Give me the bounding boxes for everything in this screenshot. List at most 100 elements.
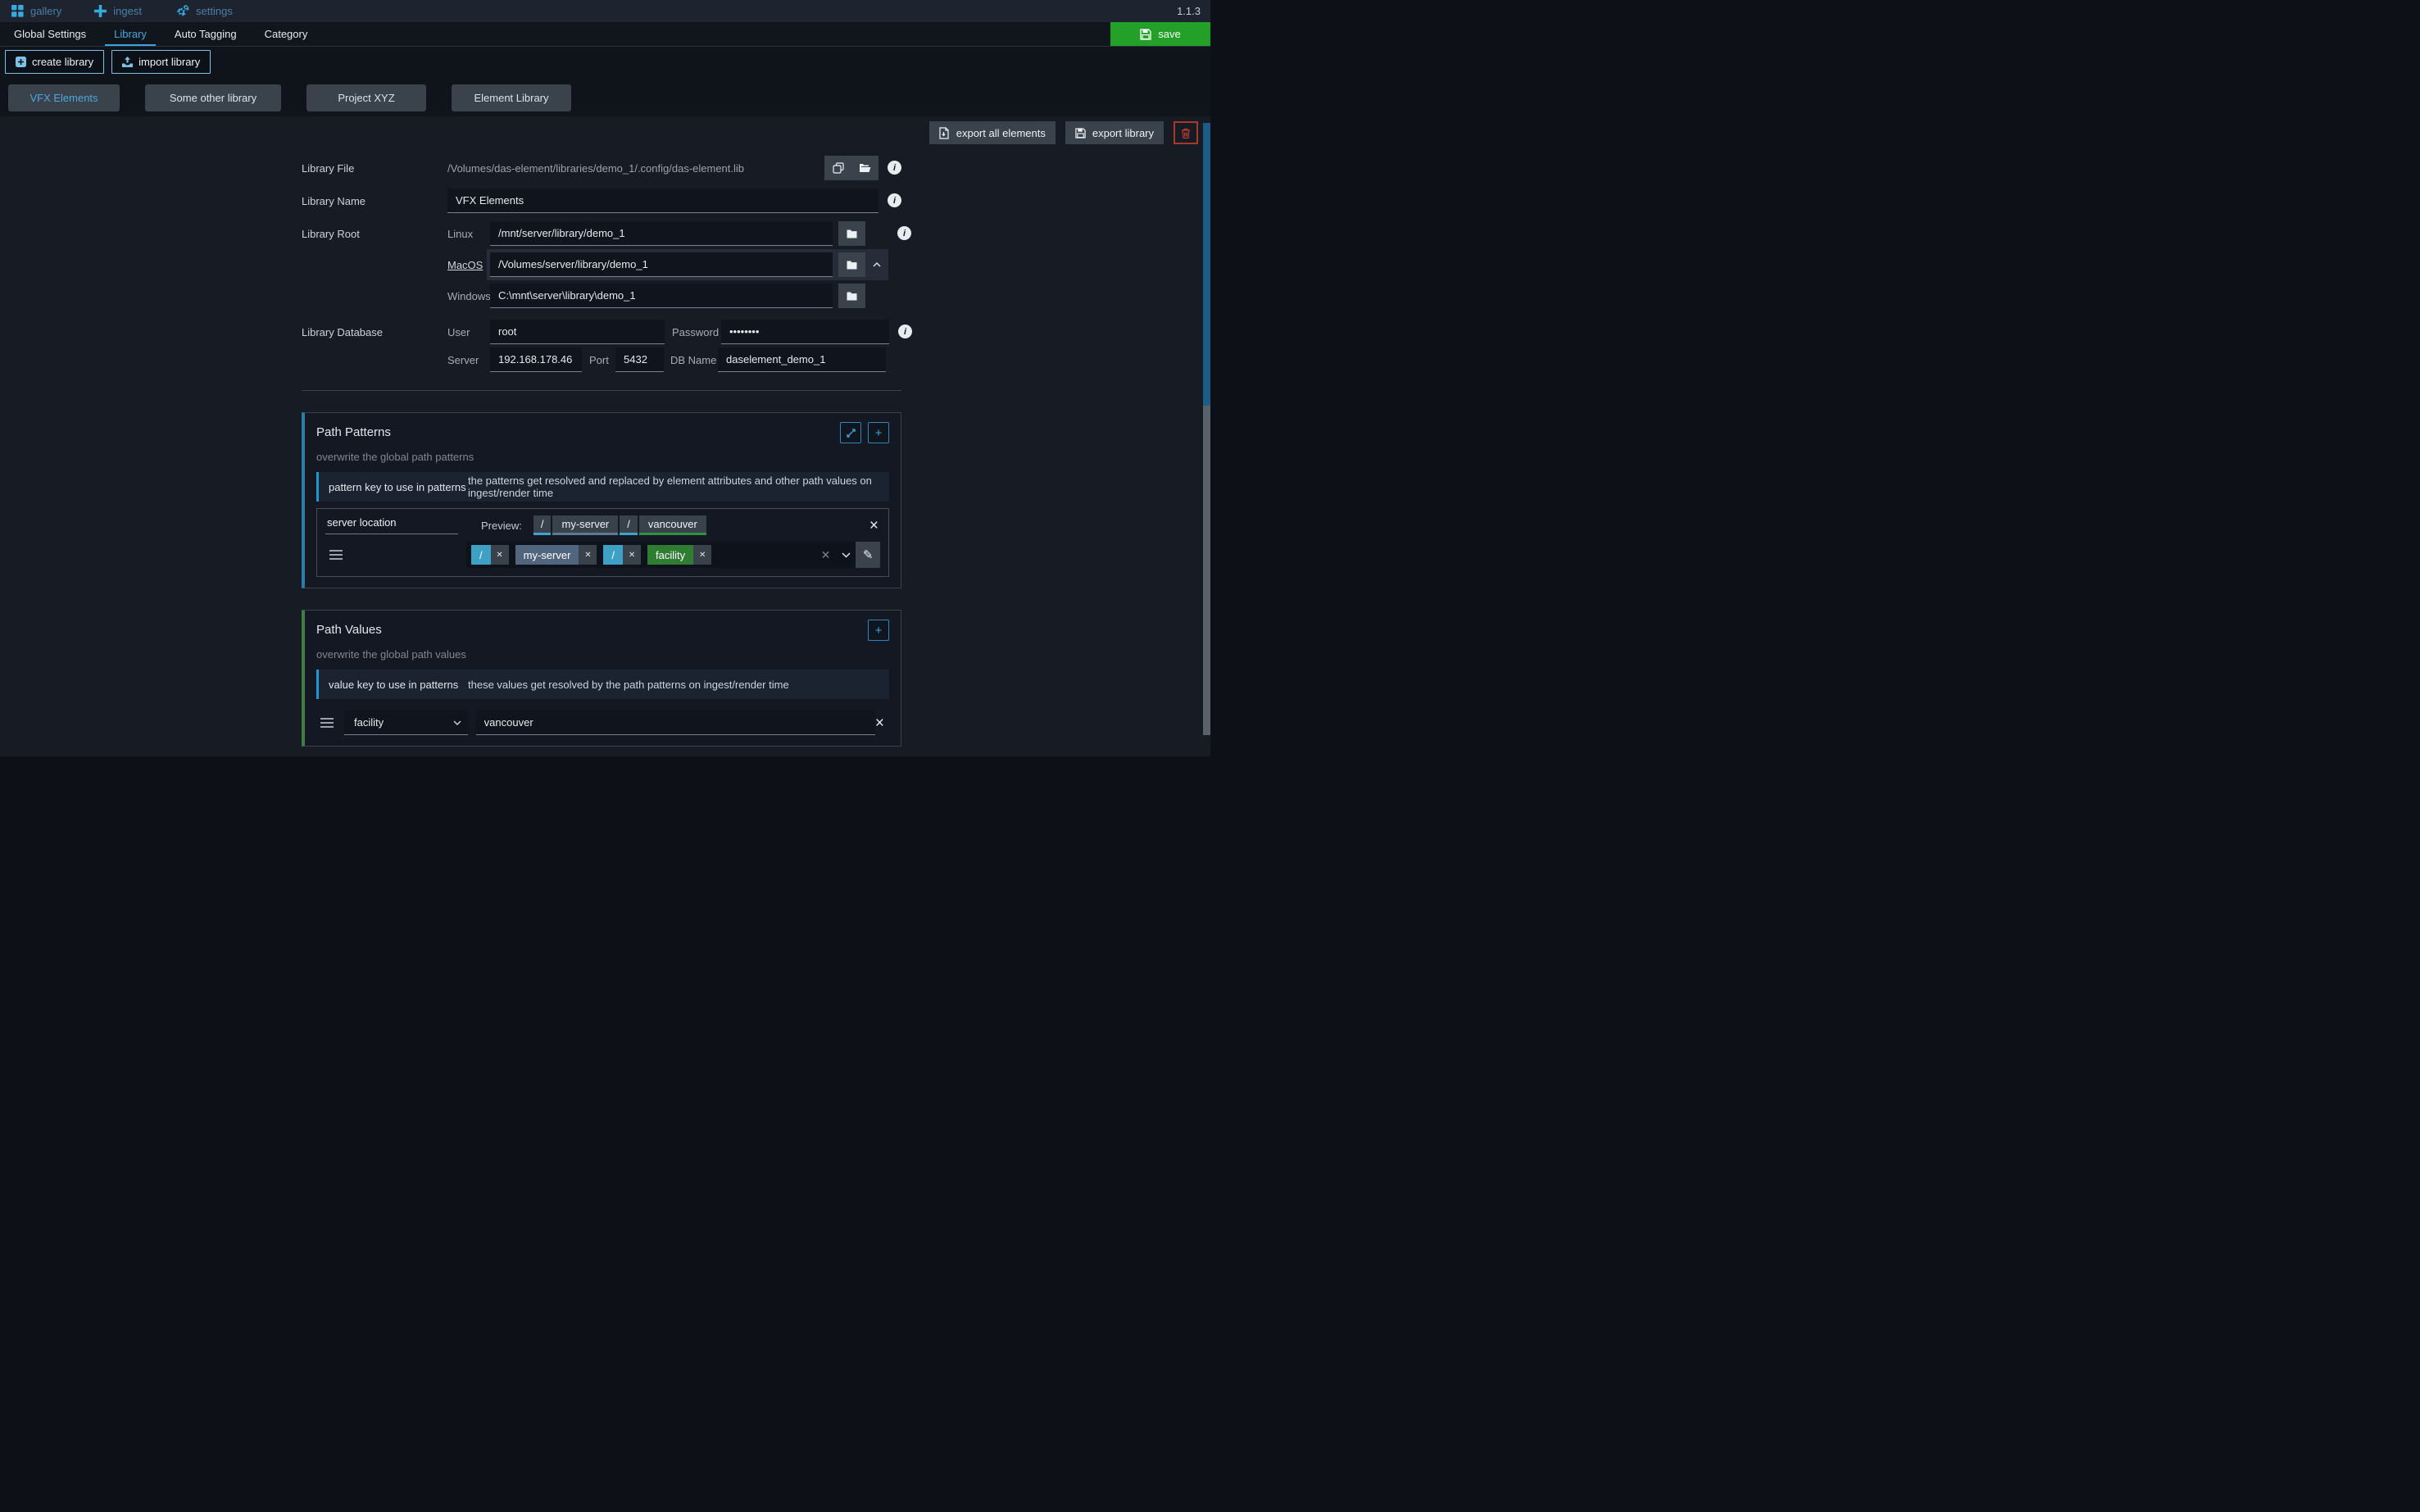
value-input[interactable] xyxy=(476,711,875,735)
root-windows-input[interactable] xyxy=(490,284,833,308)
document-export-icon xyxy=(939,127,950,139)
chevron-down-icon xyxy=(453,720,461,725)
plus-icon: + xyxy=(875,426,883,440)
path-values-subtitle: overwrite the global path values xyxy=(316,648,889,661)
remove-value-button[interactable]: × xyxy=(875,715,884,731)
export-library-button[interactable]: export library xyxy=(1065,121,1164,144)
library-file-value: /Volumes/das-element/libraries/demo_1/.c… xyxy=(447,156,824,175)
pattern-tag-my-server[interactable]: my-server ✕ xyxy=(515,545,597,565)
pattern-tag-editor[interactable]: / ✕ my-server ✕ / ✕ facility xyxy=(466,542,856,568)
library-tab-element-library[interactable]: Element Library xyxy=(452,84,571,111)
tab-category[interactable]: Category xyxy=(251,22,322,46)
nav-gallery[interactable]: gallery xyxy=(11,5,61,17)
tab-global-settings[interactable]: Global Settings xyxy=(0,22,100,46)
clear-tags-icon[interactable]: ✕ xyxy=(821,548,831,562)
pattern-tag-slash[interactable]: / ✕ xyxy=(603,545,641,565)
chevron-down-icon[interactable] xyxy=(842,552,851,558)
library-database-row: Library Database User Password Server Po… xyxy=(302,320,901,375)
root-linux-input[interactable] xyxy=(490,221,833,246)
path-patterns-add-button[interactable]: + xyxy=(868,422,889,443)
top-navbar: gallery ingest settings 1.1.3 xyxy=(0,0,1210,22)
path-patterns-expand-button[interactable] xyxy=(840,422,861,443)
nav-ingest[interactable]: ingest xyxy=(94,5,142,17)
value-key-select[interactable]: facility xyxy=(344,711,468,735)
path-patterns-header-row: pattern key to use in patterns the patte… xyxy=(316,472,889,502)
library-name-info-icon[interactable]: i xyxy=(888,193,901,207)
library-name-input[interactable] xyxy=(447,188,879,213)
root-linux-row: Linux xyxy=(447,221,888,246)
db-server-input[interactable] xyxy=(490,347,582,372)
root-macos-input[interactable] xyxy=(490,252,833,277)
path-values-header-col1: value key to use in patterns xyxy=(329,679,468,691)
upload-icon xyxy=(122,57,133,67)
copy-path-button[interactable] xyxy=(824,156,851,180)
path-values-header-row: value key to use in patterns these value… xyxy=(316,670,889,699)
path-pattern-item: Preview: / my-server / vancouver × / ✕ xyxy=(316,508,889,577)
grid-icon xyxy=(11,5,24,17)
folder-icon xyxy=(847,292,857,301)
delete-library-button[interactable] xyxy=(1174,121,1198,144)
db-port-input[interactable] xyxy=(615,347,664,372)
library-database-info-icon[interactable]: i xyxy=(898,325,912,338)
root-linux-browse-button[interactable] xyxy=(838,221,865,246)
path-values-title: Path Values xyxy=(316,620,382,637)
root-macos-row: MacOS xyxy=(447,249,888,280)
library-file-info-icon[interactable]: i xyxy=(888,161,901,175)
nav-settings-label: settings xyxy=(196,5,233,17)
export-all-elements-button[interactable]: export all elements xyxy=(929,121,1056,144)
library-tab-vfx-elements[interactable]: VFX Elements xyxy=(8,84,120,111)
remove-tag-icon[interactable]: ✕ xyxy=(579,545,597,565)
root-macos-group xyxy=(487,249,888,280)
db-password-input[interactable] xyxy=(721,320,889,344)
export-library-label: export library xyxy=(1092,127,1154,139)
remove-tag-icon[interactable]: ✕ xyxy=(491,545,509,565)
pattern-tag-facility[interactable]: facility ✕ xyxy=(647,545,711,565)
nav-settings[interactable]: settings xyxy=(175,5,233,18)
root-macos-browse-button[interactable] xyxy=(838,252,865,277)
remove-tag-icon[interactable]: ✕ xyxy=(693,545,711,565)
path-patterns-subtitle: overwrite the global path patterns xyxy=(316,451,889,463)
db-name-input[interactable] xyxy=(718,347,886,372)
pencil-icon: ✎ xyxy=(863,547,874,562)
export-all-elements-label: export all elements xyxy=(956,127,1046,139)
db-user-input[interactable] xyxy=(490,320,665,344)
open-file-browser-button[interactable] xyxy=(851,156,879,180)
path-values-header-col2: these values get resolved by the path pa… xyxy=(468,679,796,691)
root-collapse-button[interactable] xyxy=(865,253,888,276)
save-button[interactable]: save xyxy=(1110,22,1210,46)
remove-tag-icon[interactable]: ✕ xyxy=(623,545,641,565)
root-windows-label: Windows xyxy=(447,290,490,302)
settings-tabbar: Global Settings Library Auto Tagging Cat… xyxy=(0,22,1210,47)
drag-handle-icon[interactable] xyxy=(329,554,343,556)
pattern-key-input[interactable] xyxy=(325,516,458,534)
remove-pattern-button[interactable]: × xyxy=(868,518,880,534)
library-tab-project-xyz[interactable]: Project XYZ xyxy=(306,84,426,111)
path-values-add-button[interactable]: + xyxy=(868,620,889,641)
preview-chip: / xyxy=(620,515,638,535)
root-macos-label[interactable]: MacOS xyxy=(447,259,490,271)
scrollbar-thumb[interactable] xyxy=(1203,123,1210,406)
pattern-tag-slash[interactable]: / ✕ xyxy=(471,545,509,565)
library-root-info-icon[interactable]: i xyxy=(897,226,911,240)
tab-library[interactable]: Library xyxy=(100,22,161,46)
edit-pattern-button[interactable]: ✎ xyxy=(856,542,880,568)
path-values-panel: Path Values + overwrite the global path … xyxy=(302,610,901,747)
root-windows-row: Windows xyxy=(447,284,888,308)
library-settings-panel: export all elements export library Libra… xyxy=(0,116,1210,756)
preview-chip: my-server xyxy=(552,515,618,535)
nav-gallery-label: gallery xyxy=(30,5,61,17)
library-file-label: Library File xyxy=(302,156,447,175)
plus-icon xyxy=(94,5,107,17)
library-actions-row: create library import library xyxy=(0,47,1210,78)
library-root-row: Library Root Linux MacOS xyxy=(302,221,901,311)
scrollbar-track[interactable] xyxy=(1203,406,1210,735)
tab-auto-tagging[interactable]: Auto Tagging xyxy=(161,22,251,46)
preview-chip: / xyxy=(533,515,552,535)
folder-open-icon xyxy=(859,163,871,173)
folder-icon xyxy=(847,229,857,238)
library-tab-some-other-library[interactable]: Some other library xyxy=(145,84,281,111)
create-library-button[interactable]: create library xyxy=(5,50,104,74)
drag-handle-icon[interactable] xyxy=(320,722,334,724)
import-library-button[interactable]: import library xyxy=(111,50,211,74)
root-windows-browse-button[interactable] xyxy=(838,284,865,308)
